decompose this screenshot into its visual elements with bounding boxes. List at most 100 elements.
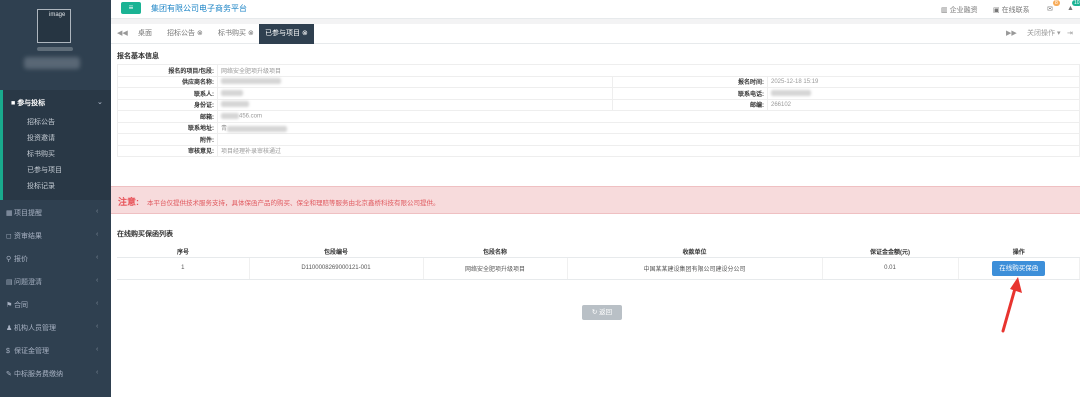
cell-amount: 0.01 bbox=[822, 257, 959, 280]
registration-info-table: 报名的项目/包段: 网络安全肥项升级项目 供应商名称: 报名时间: 2025-1… bbox=[117, 64, 1080, 157]
sidebar-item-service-fee[interactable]: ✎ 中标服务费缴纳 ‹ bbox=[6, 369, 98, 379]
field-label: 报名的项目/包段: bbox=[117, 64, 218, 77]
redacted-value bbox=[771, 89, 811, 96]
user-icon: ♟ bbox=[6, 325, 13, 332]
field-label: 联系地址: bbox=[117, 121, 218, 134]
back-label: 返回 bbox=[599, 309, 613, 316]
sidebar-item-deposit[interactable]: $ 保证金管理 ‹ bbox=[6, 346, 98, 356]
close-icon[interactable]: ⊗ bbox=[302, 30, 308, 37]
field-value: 项目经理补录审核通过 bbox=[217, 144, 1080, 157]
chevron-left-icon: ‹ bbox=[96, 231, 99, 238]
cell-code: D1100008269000121-001 bbox=[249, 257, 424, 280]
sidebar-item-label: 中标服务费缴纳 bbox=[13, 371, 63, 378]
notice-label: 注意: bbox=[118, 197, 139, 207]
field-value: 青 bbox=[217, 121, 1080, 134]
main-content: 报名基本信息 报名的项目/包段: 网络安全肥项升级项目 供应商名称: 报名时间:… bbox=[111, 44, 1080, 397]
sidebar-item-label: 合同 bbox=[13, 302, 28, 309]
sidebar-item-label: 项目提醒 bbox=[13, 210, 42, 217]
dollar-icon: $ bbox=[6, 348, 10, 355]
sidebar-sub-item[interactable]: 标书购买 bbox=[27, 149, 55, 159]
sidebar-item-clarification[interactable]: ▤ 问题澄清 ‹ bbox=[6, 277, 98, 287]
field-value: 2025-12-18 15:19 bbox=[767, 75, 1080, 88]
exit-button[interactable]: ⇥ 退 bbox=[1067, 24, 1080, 57]
field-label: 报名时间: bbox=[612, 75, 768, 88]
sidebar-item-label: 问题澄清 bbox=[13, 279, 42, 286]
logo: image bbox=[37, 9, 71, 43]
enterprise-finance-link[interactable]: ▥ 企业融资 bbox=[941, 5, 978, 15]
email-domain: 456.com bbox=[239, 113, 263, 120]
tab-bar: ◀◀ 桌面 招标公告 ⊗ 标书购买 ⊗ 已参与项目 ⊗ ▶▶ 关闭操作 ▾ ⇥ … bbox=[111, 24, 1080, 57]
chevron-down-icon: ⌄ bbox=[97, 99, 103, 106]
buy-guarantee-button[interactable]: 在线购买保函 bbox=[992, 260, 1046, 276]
tab-participated-projects[interactable]: 已参与项目 ⊗ bbox=[259, 24, 314, 44]
building-icon: ▥ bbox=[941, 7, 948, 14]
table-row: 附件: bbox=[117, 133, 1080, 146]
field-label: 联系电话: bbox=[612, 87, 768, 100]
message-icon[interactable]: ✉ bbox=[1047, 5, 1053, 13]
chevron-left-icon: ‹ bbox=[96, 254, 99, 261]
tab-bid-purchase[interactable]: 标书购买 ⊗ bbox=[212, 24, 260, 44]
sidebar-sub-item[interactable]: 投资邀请 bbox=[27, 133, 55, 143]
cell-name: 网络安全肥项升级项目 bbox=[423, 257, 568, 280]
chevron-left-icon: ‹ bbox=[96, 323, 99, 330]
link-label: 在线联系 bbox=[1001, 7, 1030, 14]
tab-label: 招标公告 bbox=[167, 30, 195, 37]
field-label: 附件: bbox=[117, 133, 218, 146]
column-header: 包段名称 bbox=[423, 246, 567, 258]
field-value: 266102 bbox=[767, 98, 1080, 111]
sidebar-item-label: 参与投标 bbox=[17, 100, 46, 107]
table-row: 1 D1100008269000121-001 网络安全肥项升级项目 中国某某建… bbox=[117, 257, 1080, 280]
redacted-value bbox=[221, 89, 243, 96]
sidebar-item-contract[interactable]: ⚑ 合同 ‹ bbox=[6, 300, 98, 310]
notification-badge: 10 bbox=[1072, 0, 1080, 6]
table-row: 审核意见: 项目经理补录审核通过 bbox=[117, 144, 1080, 157]
sidebar-item-qualification[interactable]: ◻ 资审结果 ‹ bbox=[6, 231, 98, 241]
sidebar-item-project-reminder[interactable]: ▦ 项目提醒 ‹ bbox=[6, 208, 98, 218]
chat-icon: ▣ bbox=[993, 7, 1000, 14]
cell-payee: 中国某某建设集团有限公司建设分公司 bbox=[567, 257, 823, 280]
field-value: 网络安全肥项升级项目 bbox=[217, 64, 1080, 77]
field-value: 456.com bbox=[217, 110, 1080, 123]
column-header: 包段编号 bbox=[249, 246, 423, 258]
sidebar-item-staff[interactable]: ♟ 机构人员管理 ‹ bbox=[6, 323, 98, 333]
field-value bbox=[217, 133, 1080, 146]
field-label: 审核意见: bbox=[117, 144, 218, 157]
menu-toggle-button[interactable]: ≡ bbox=[121, 2, 141, 14]
tab-desktop[interactable]: 桌面 bbox=[132, 24, 158, 44]
table-header-row: 序号 包段编号 包段名称 收款单位 保证金金额(元) 操作 bbox=[117, 246, 1080, 258]
cell-no: 1 bbox=[117, 257, 250, 280]
table-row: 联系地址: 青 bbox=[117, 121, 1080, 134]
section-title-registration: 报名基本信息 bbox=[117, 53, 159, 60]
tab-scroll-left-icon[interactable]: ◀◀ bbox=[117, 24, 128, 44]
chevron-left-icon: ‹ bbox=[96, 277, 99, 284]
sidebar-sub-item[interactable]: 已参与项目 bbox=[27, 165, 62, 175]
close-icon[interactable]: ⊗ bbox=[197, 30, 203, 37]
sidebar-sub-item[interactable]: 招标公告 bbox=[27, 117, 55, 127]
table-row: 身份证: 邮编: 266102 bbox=[117, 98, 1080, 111]
close-operations-dropdown[interactable]: 关闭操作 ▾ bbox=[1027, 24, 1060, 44]
table-row: 报名的项目/包段: 网络安全肥项升级项目 bbox=[117, 64, 1080, 77]
field-label: 身份证: bbox=[117, 98, 218, 111]
field-label: 联系人: bbox=[117, 87, 218, 100]
field-value bbox=[217, 98, 613, 111]
tab-tender-notice[interactable]: 招标公告 ⊗ bbox=[161, 24, 209, 44]
message-badge: 8 bbox=[1053, 0, 1060, 6]
list-icon: ▦ bbox=[6, 210, 13, 217]
chevron-left-icon: ‹ bbox=[96, 346, 99, 353]
sidebar-item-bidding[interactable]: ■ 参与投标 ⌄ bbox=[11, 98, 103, 108]
bell-icon[interactable]: ▲ bbox=[1067, 5, 1074, 12]
back-button[interactable]: ↻ 返回 bbox=[582, 305, 622, 320]
notice-text: 本平台仅提供技术服务支持，具体保函产品的购买、保全和理赔等服务由北京鑫桥科技有限… bbox=[147, 200, 440, 207]
redacted-value bbox=[227, 125, 288, 132]
edit-icon: ✎ bbox=[6, 371, 12, 378]
tab-label: 已参与项目 bbox=[265, 30, 300, 37]
sidebar-sub-item[interactable]: 投标记录 bbox=[27, 181, 55, 191]
redacted-value bbox=[221, 112, 239, 119]
tab-label: 标书购买 bbox=[218, 30, 246, 37]
online-contact-link[interactable]: ▣ 在线联系 bbox=[993, 5, 1030, 15]
tab-scroll-right-icon[interactable]: ▶▶ bbox=[1006, 24, 1017, 44]
user-name-blurred bbox=[24, 57, 80, 69]
column-header: 操作 bbox=[958, 246, 1080, 258]
close-icon[interactable]: ⊗ bbox=[248, 30, 254, 37]
sidebar-item-quote[interactable]: ⚲ 报价 ‹ bbox=[6, 254, 98, 264]
